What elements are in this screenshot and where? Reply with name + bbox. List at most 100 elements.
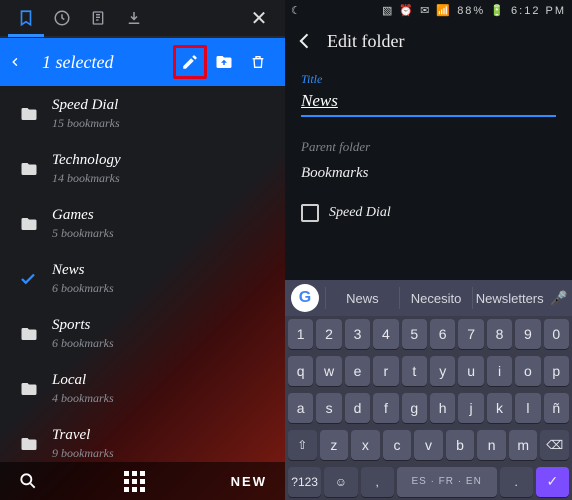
moon-icon: ☾: [291, 4, 301, 17]
key-z[interactable]: z: [320, 430, 349, 460]
folder-icon: [18, 380, 52, 398]
title-label: Title: [301, 72, 556, 87]
selection-count: 1 selected: [42, 52, 113, 73]
tab-downloads[interactable]: [116, 0, 152, 36]
key-,[interactable]: ,: [361, 467, 394, 497]
key-v[interactable]: v: [414, 430, 443, 460]
parent-label: Parent folder: [301, 139, 556, 155]
folder-icon: [18, 160, 52, 178]
edit-form: Title Parent folder Bookmarks Speed Dial: [285, 62, 572, 222]
key-n[interactable]: n: [477, 430, 506, 460]
key-7[interactable]: 7: [458, 319, 483, 349]
key-.[interactable]: .: [500, 467, 533, 497]
key-6[interactable]: 6: [430, 319, 455, 349]
folder-list: Speed Dial15 bookmarks Technology14 book…: [0, 86, 285, 462]
folder-icon: [18, 105, 52, 123]
edit-folder-pane: ☾ ▧ ⏰ ✉ 📶 88% 🔋 6:12 PM Edit folder Titl…: [285, 0, 572, 500]
key-ñ[interactable]: ñ: [544, 393, 569, 423]
key-w[interactable]: w: [316, 356, 341, 386]
key-5[interactable]: 5: [402, 319, 427, 349]
close-button[interactable]: ✕: [241, 0, 277, 36]
key-x[interactable]: x: [351, 430, 380, 460]
folder-icon: [18, 435, 52, 453]
key-r[interactable]: r: [373, 356, 398, 386]
key-t[interactable]: t: [402, 356, 427, 386]
keyboard: G News Necesito Newsletters 🎤 1234567890…: [285, 280, 572, 500]
list-item[interactable]: Games5 bookmarks: [0, 196, 285, 251]
key-i[interactable]: i: [487, 356, 512, 386]
tab-history[interactable]: [44, 0, 80, 36]
parent-value[interactable]: Bookmarks: [301, 165, 556, 182]
key-2[interactable]: 2: [316, 319, 341, 349]
key-h[interactable]: h: [430, 393, 455, 423]
mic-icon[interactable]: 🎤: [546, 290, 572, 307]
key-1[interactable]: 1: [288, 319, 313, 349]
delete-button[interactable]: [241, 45, 275, 79]
key-9[interactable]: 9: [515, 319, 540, 349]
back-button[interactable]: [295, 31, 315, 51]
key-⇧[interactable]: ⇧: [288, 430, 317, 460]
top-tabs: ✕: [0, 0, 285, 38]
key-k[interactable]: k: [487, 393, 512, 423]
key-p[interactable]: p: [544, 356, 569, 386]
key-space[interactable]: ES · FR · EN: [397, 467, 497, 497]
bookmarks-pane: ✕ 1 selected Speed Dial15 bookmarks Tech…: [0, 0, 285, 500]
back-button[interactable]: [10, 53, 32, 71]
google-icon[interactable]: G: [291, 284, 319, 312]
key-row: qwertyuiop: [285, 353, 572, 390]
new-button[interactable]: NEW: [231, 474, 267, 489]
list-item[interactable]: Local4 bookmarks: [0, 361, 285, 416]
key-j[interactable]: j: [458, 393, 483, 423]
checkbox-icon[interactable]: [301, 204, 319, 222]
key-row: 1234567890: [285, 316, 572, 353]
key-row: ⇧zxcvbnm⌫: [285, 426, 572, 463]
key-4[interactable]: 4: [373, 319, 398, 349]
suggestion-bar: G News Necesito Newsletters 🎤: [285, 280, 572, 316]
speed-dial-label: Speed Dial: [329, 205, 391, 221]
tab-bookmarks[interactable]: [8, 1, 44, 37]
key-c[interactable]: c: [383, 430, 412, 460]
key-✓[interactable]: ✓: [536, 467, 569, 497]
suggestion[interactable]: Newsletters: [472, 287, 546, 309]
edit-header: Edit folder: [285, 20, 572, 62]
move-button[interactable]: [207, 45, 241, 79]
key-l[interactable]: l: [515, 393, 540, 423]
tab-saved[interactable]: [80, 0, 116, 36]
list-item[interactable]: Technology14 bookmarks: [0, 141, 285, 196]
key-q[interactable]: q: [288, 356, 313, 386]
key-a[interactable]: a: [288, 393, 313, 423]
suggestion[interactable]: News: [325, 287, 399, 309]
key-e[interactable]: e: [345, 356, 370, 386]
key-d[interactable]: d: [345, 393, 370, 423]
list-item[interactable]: Travel9 bookmarks: [0, 416, 285, 462]
suggestion[interactable]: Necesito: [399, 287, 473, 309]
list-item[interactable]: News6 bookmarks: [0, 251, 285, 306]
key-u[interactable]: u: [458, 356, 483, 386]
key-3[interactable]: 3: [345, 319, 370, 349]
key-row: ?123☺,ES · FR · EN.✓: [285, 463, 572, 500]
key-☺[interactable]: ☺: [324, 467, 357, 497]
key-y[interactable]: y: [430, 356, 455, 386]
key-?123[interactable]: ?123: [288, 467, 321, 497]
title-field[interactable]: [301, 87, 556, 117]
header-title: Edit folder: [327, 31, 404, 52]
key-m[interactable]: m: [509, 430, 538, 460]
key-b[interactable]: b: [446, 430, 475, 460]
key-0[interactable]: 0: [544, 319, 569, 349]
speed-dial-row[interactable]: Speed Dial: [301, 204, 556, 222]
list-item[interactable]: Speed Dial15 bookmarks: [0, 86, 285, 141]
check-icon: [18, 270, 52, 288]
bottom-bar: NEW: [0, 462, 285, 500]
folder-icon: [18, 325, 52, 343]
list-item[interactable]: Sports6 bookmarks: [0, 306, 285, 361]
search-button[interactable]: [18, 471, 38, 491]
key-s[interactable]: s: [316, 393, 341, 423]
key-g[interactable]: g: [402, 393, 427, 423]
edit-button[interactable]: [173, 45, 207, 79]
key-f[interactable]: f: [373, 393, 398, 423]
key-o[interactable]: o: [515, 356, 540, 386]
key-⌫[interactable]: ⌫: [540, 430, 569, 460]
apps-button[interactable]: [124, 471, 145, 492]
selection-bar: 1 selected: [0, 38, 285, 86]
key-8[interactable]: 8: [487, 319, 512, 349]
